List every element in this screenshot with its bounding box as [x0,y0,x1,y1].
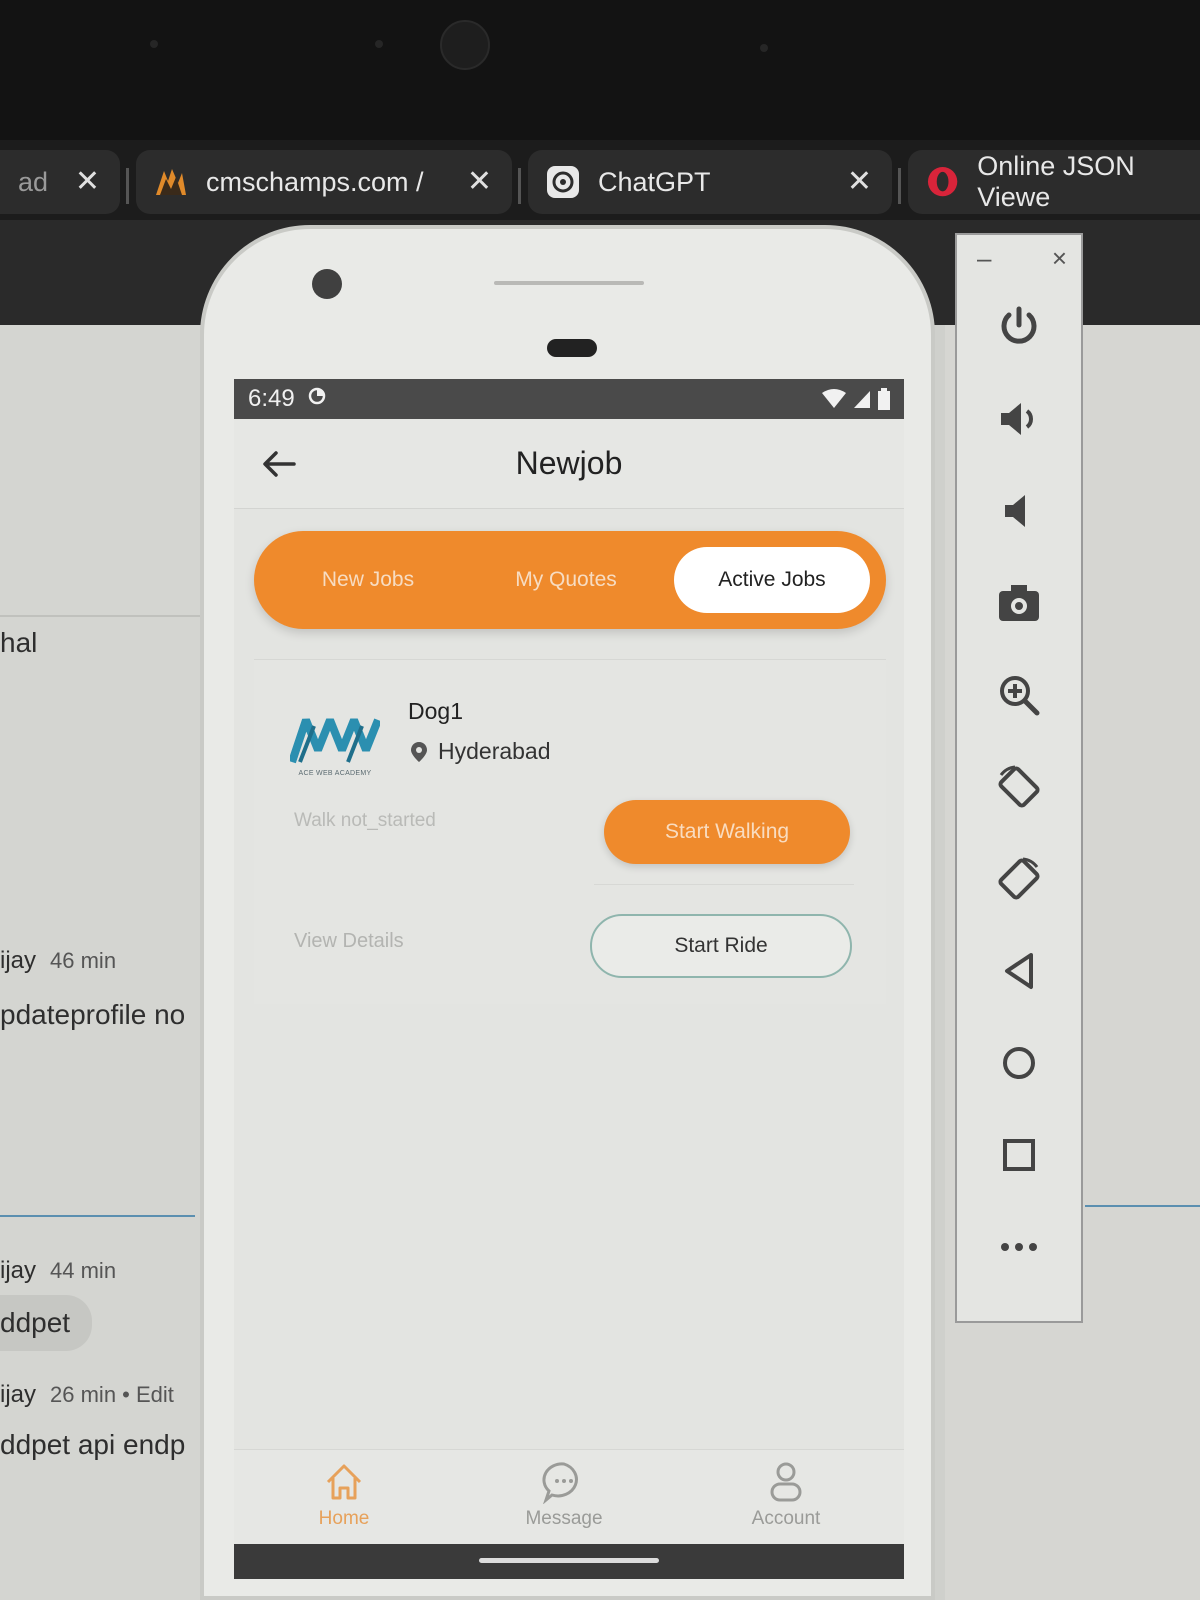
browser-tab[interactable]: Online JSON Viewe [908,150,1200,214]
message-icon [542,1462,578,1504]
home-icon [326,1464,362,1500]
walk-status: Walk not_started [294,810,436,831]
tab-label: ChatGPT [598,166,711,197]
emulator-toolbar: – × [955,233,1083,1323]
chat-message: ddpet api endp [0,1429,186,1460]
battery-icon [878,388,890,410]
bottom-nav: Home Message Account [234,1449,904,1544]
app-bar: Newjob [234,419,904,509]
camera-icon[interactable] [987,571,1051,635]
browser-tab-strip: ad ✕ cmschamps.com / ✕ ChatGPT ✕ Online … [0,140,1200,220]
job-tabs: New Jobs My Quotes Active Jobs [254,531,886,629]
location-pin-icon [411,741,427,762]
volume-up-icon[interactable] [987,387,1051,451]
volume-down-icon[interactable] [987,479,1051,543]
location-text: Hyderabad [438,738,551,764]
chat-meta: ijay 26 min • Edit [0,1381,174,1409]
browser-tab[interactable]: ChatGPT ✕ [528,150,892,214]
start-walking-button[interactable]: Start Walking [604,800,850,864]
view-details-link[interactable]: View Details [294,930,404,953]
status-time: 6:49 [248,385,295,412]
chat-time: 46 min [50,948,117,973]
account-icon [770,1462,802,1502]
chatgpt-logo-icon [546,165,580,199]
tab-separator [126,168,129,204]
chat-message: ddpet [0,1307,71,1338]
job-location: Hyderabad [408,738,551,765]
rotate-left-icon[interactable] [987,755,1051,819]
divider [594,884,854,885]
chat-heading: hal [0,627,38,658]
bezel-dot [760,44,768,52]
pet-name: Dog1 [408,698,463,724]
power-icon[interactable] [987,295,1051,359]
home-circle-icon[interactable] [987,1031,1051,1095]
tab-label: cmschamps.com / [206,166,424,197]
chat-panel: hal ijay 46 min pdateprofile no ijay 44 mi… [0,325,200,1600]
browser-tab[interactable]: cmschamps.com / ✕ [136,150,512,214]
chat-meta: ijay 44 min [0,1257,116,1285]
job-card: ACE WEB ACADEMY Dog1 Hyderabad Walk not_… [254,659,886,1004]
tab-new-jobs[interactable]: New Jobs [270,547,466,613]
bezel-dot [150,40,158,48]
status-bar: 6:49 [234,379,904,419]
chat-author: ijay [0,1381,37,1408]
tab-separator [898,168,901,204]
chat-message: pdateprofile no [0,999,186,1030]
nav-label: Message [525,1508,603,1529]
phone-sensor [547,339,597,357]
tab-label: ad [18,166,49,197]
tab-separator [518,168,521,204]
gesture-bar [234,1544,904,1579]
start-ride-button[interactable]: Start Ride [590,914,852,978]
tab-label: Online JSON Viewe [977,151,1135,212]
cmschamps-logo-icon [154,165,188,199]
phone-screen: 6:49 Newjob New Jobs My Quotes Active Jo… [234,379,904,1579]
phone-frame: 6:49 Newjob New Jobs My Quotes Active Jo… [200,225,935,1600]
chat-author: ijay [0,1257,37,1284]
page-title: Newjob [515,445,623,481]
zoom-in-icon[interactable] [987,663,1051,727]
status-icons [822,388,890,410]
signal-icon [854,391,870,408]
chat-author: ijay [0,947,37,974]
overview-square-icon[interactable] [987,1123,1051,1187]
logo-text: ACE WEB ACADEMY [298,770,372,777]
tab-active-jobs[interactable]: Active Jobs [674,547,870,613]
more-dots-icon[interactable] [987,1215,1051,1279]
nav-label: Home [318,1508,370,1529]
close-icon[interactable]: × [1052,243,1067,274]
close-icon[interactable]: ✕ [467,164,492,199]
divider [0,615,200,617]
sync-icon [307,385,327,413]
chat-time: 44 min [50,1258,117,1283]
minimize-icon[interactable]: – [977,243,991,274]
nav-account[interactable]: Account [721,1460,851,1530]
close-icon[interactable]: ✕ [847,164,872,199]
opera-icon [926,165,959,199]
company-logo [288,712,382,768]
bezel-dot [375,40,383,48]
chat-meta: ijay 46 min [0,947,116,975]
nav-label: Account [751,1508,821,1529]
nav-home[interactable]: Home [279,1460,409,1530]
phone-speaker [494,281,644,285]
rotate-right-icon[interactable] [987,847,1051,911]
browser-tab[interactable]: ad ✕ [0,150,120,214]
chat-time: 26 min • Edit [50,1382,174,1407]
home-indicator[interactable] [479,1558,659,1563]
laptop-bezel [0,0,1200,140]
close-icon[interactable]: ✕ [75,164,100,199]
window-controls: – × [977,243,1067,274]
webcam [440,20,490,70]
nav-message[interactable]: Message [499,1460,629,1530]
wavy-divider [0,1215,195,1217]
back-triangle-icon[interactable] [987,939,1051,1003]
wifi-icon [822,389,846,408]
tab-my-quotes[interactable]: My Quotes [468,547,664,613]
front-camera [312,269,342,299]
wavy-divider [1085,1205,1200,1207]
